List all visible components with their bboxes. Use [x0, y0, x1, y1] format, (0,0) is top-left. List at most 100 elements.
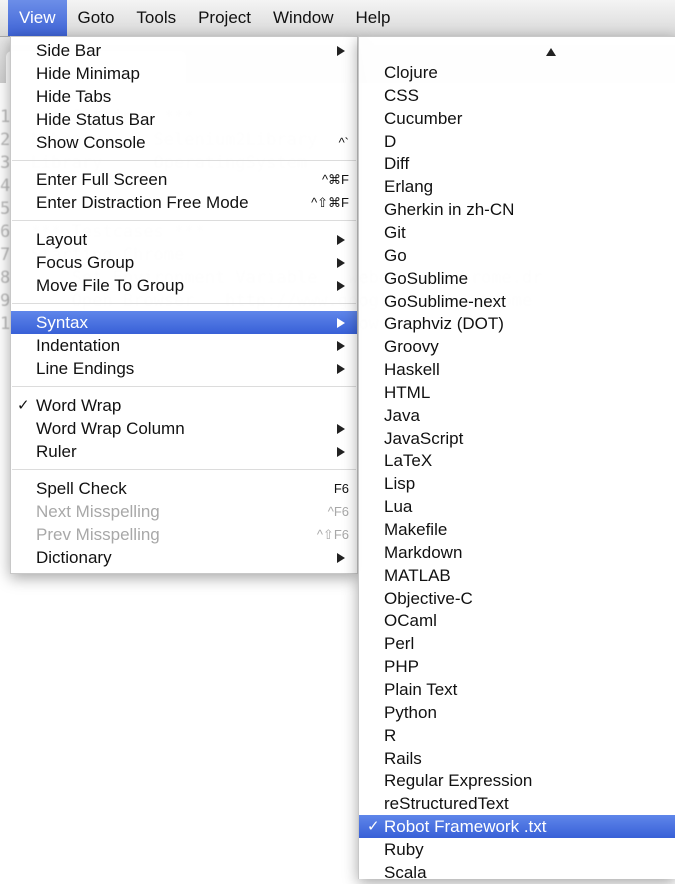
syntax-item-label: GoSublime	[384, 268, 469, 288]
syntax-item-label: CSS	[384, 85, 419, 105]
menu-separator	[12, 160, 356, 161]
syntax-item-objective-c[interactable]: Objective-C	[359, 587, 675, 610]
syntax-item-groovy[interactable]: Groovy	[359, 335, 675, 358]
menu-separator	[12, 220, 356, 221]
menu-item-indentation[interactable]: Indentation	[11, 334, 357, 357]
submenu-arrow-icon	[337, 318, 345, 328]
syntax-item-perl[interactable]: Perl	[359, 632, 675, 655]
menubar-help[interactable]: Help	[344, 0, 401, 36]
menu-item-label: Syntax	[36, 313, 88, 332]
menu-item-move-file-to-group[interactable]: Move File To Group	[11, 274, 357, 297]
syntax-item-graphviz-dot[interactable]: Graphviz (DOT)	[359, 312, 675, 335]
menu-item-label: Enter Distraction Free Mode	[36, 193, 249, 212]
menu-item-hide-tabs[interactable]: Hide Tabs	[11, 85, 357, 108]
menu-item-word-wrap-column[interactable]: Word Wrap Column	[11, 417, 357, 440]
syntax-item-plain-text[interactable]: Plain Text	[359, 678, 675, 701]
syntax-item-restructuredtext[interactable]: reStructuredText	[359, 792, 675, 815]
syntax-item-python[interactable]: Python	[359, 701, 675, 724]
syntax-item-rails[interactable]: Rails	[359, 747, 675, 770]
syntax-item-robot-framework-txt[interactable]: ✓ Robot Framework .txt	[359, 815, 675, 839]
syntax-item-gosublime[interactable]: GoSublime	[359, 267, 675, 290]
menu-item-show-console[interactable]: Show Console ^`	[11, 131, 357, 154]
menubar-goto[interactable]: Goto	[67, 0, 126, 36]
syntax-item-label: Groovy	[384, 337, 439, 357]
menu-item-label: Hide Status Bar	[36, 110, 156, 129]
syntax-item-label: Lua	[384, 497, 413, 517]
scroll-up-arrow-icon[interactable]	[546, 48, 556, 56]
syntax-item-label: Erlang	[384, 177, 434, 197]
menu-item-hide-minimap[interactable]: Hide Minimap	[11, 62, 357, 85]
syntax-item-lisp[interactable]: Lisp	[359, 472, 675, 495]
syntax-item-label: Python	[384, 702, 437, 722]
syntax-item-haskell[interactable]: Haskell	[359, 358, 675, 381]
submenu-arrow-icon	[337, 364, 345, 374]
syntax-item-label: Java	[384, 405, 420, 425]
menu-item-label: Enter Full Screen	[36, 170, 168, 189]
syntax-item-label: OCaml	[384, 611, 437, 631]
syntax-item-label: Robot Framework .txt	[384, 817, 547, 837]
submenu-arrow-icon	[337, 281, 345, 291]
syntax-item-javascript[interactable]: JavaScript	[359, 427, 675, 450]
menubar-view[interactable]: View	[8, 0, 67, 36]
syntax-item-label: Makefile	[384, 520, 448, 539]
syntax-item-ocaml[interactable]: OCaml	[359, 609, 675, 632]
menu-item-syntax[interactable]: Syntax	[11, 311, 357, 334]
menu-item-hide-status-bar[interactable]: Hide Status Bar	[11, 108, 357, 131]
syntax-item-latex[interactable]: LaTeX	[359, 449, 675, 472]
syntax-item-d[interactable]: D	[359, 130, 675, 153]
syntax-item-label: reStructuredText	[384, 794, 509, 814]
syntax-item-lua[interactable]: Lua	[359, 495, 675, 518]
syntax-item-git[interactable]: Git	[359, 221, 675, 244]
menu-item-label: Focus Group	[36, 253, 135, 272]
menu-separator	[12, 469, 356, 470]
syntax-item-label: Objective-C	[384, 588, 473, 608]
syntax-item-markdown[interactable]: Markdown	[359, 541, 675, 564]
syntax-item-makefile[interactable]: Makefile	[359, 518, 675, 541]
syntax-item-php[interactable]: PHP	[359, 655, 675, 678]
menu-item-label: Spell Check	[36, 479, 127, 498]
menubar-project[interactable]: Project	[187, 0, 262, 36]
submenu-arrow-icon	[337, 235, 345, 245]
shortcut-label: ^⇧⌘F	[311, 195, 349, 210]
syntax-item-scala[interactable]: Scala	[359, 861, 675, 884]
menubar-window[interactable]: Window	[262, 0, 344, 36]
syntax-item-gherkin-in-zh-cn[interactable]: Gherkin in zh-CN	[359, 198, 675, 221]
menu-item-label: Ruler	[36, 442, 77, 461]
menu-item-enter-full-screen[interactable]: Enter Full Screen ^⌘F	[11, 168, 357, 191]
syntax-item-cucumber[interactable]: Cucumber	[359, 107, 675, 130]
menu-item-side-bar[interactable]: Side Bar	[11, 39, 357, 62]
menu-item-enter-distraction-free-mode[interactable]: Enter Distraction Free Mode ^⇧⌘F	[11, 191, 357, 214]
submenu-arrow-icon	[337, 258, 345, 268]
syntax-item-label: Graphviz (DOT)	[384, 314, 504, 334]
syntax-item-r[interactable]: R	[359, 724, 675, 747]
syntax-item-ruby[interactable]: Ruby	[359, 838, 675, 861]
checkmark-icon: ✓	[17, 397, 30, 414]
menu-item-spell-check[interactable]: Spell Check F6	[11, 477, 357, 500]
syntax-item-regular-expression[interactable]: Regular Expression	[359, 769, 675, 792]
menu-separator	[12, 386, 356, 387]
syntax-item-matlab[interactable]: MATLAB	[359, 564, 675, 587]
menu-item-label: Line Endings	[36, 359, 135, 378]
line-number: 5	[0, 199, 11, 219]
menu-item-dictionary[interactable]: Dictionary	[11, 546, 357, 569]
syntax-item-go[interactable]: Go	[359, 244, 675, 267]
menu-item-label: Dictionary	[36, 548, 112, 567]
menu-item-label: Side Bar	[36, 41, 102, 60]
syntax-item-java[interactable]: Java	[359, 404, 675, 427]
line-number: 2	[0, 130, 11, 150]
line-number: 3	[0, 153, 11, 173]
syntax-item-erlang[interactable]: Erlang	[359, 175, 675, 198]
menu-item-ruler[interactable]: Ruler	[11, 440, 357, 463]
menu-item-focus-group[interactable]: Focus Group	[11, 251, 357, 274]
syntax-item-css[interactable]: CSS	[359, 84, 675, 107]
syntax-item-html[interactable]: HTML	[359, 381, 675, 404]
syntax-item-diff[interactable]: Diff	[359, 152, 675, 175]
syntax-item-clojure[interactable]: Clojure	[359, 61, 675, 84]
menu-item-word-wrap[interactable]: ✓ Word Wrap	[11, 394, 357, 417]
syntax-item-label: JavaScript	[384, 428, 464, 448]
menu-item-line-endings[interactable]: Line Endings	[11, 357, 357, 380]
menubar-tools[interactable]: Tools	[125, 0, 187, 36]
menu-item-layout[interactable]: Layout	[11, 228, 357, 251]
syntax-item-gosublime-next[interactable]: GoSublime-next	[359, 290, 675, 313]
menu-item-label: Layout	[36, 230, 88, 249]
